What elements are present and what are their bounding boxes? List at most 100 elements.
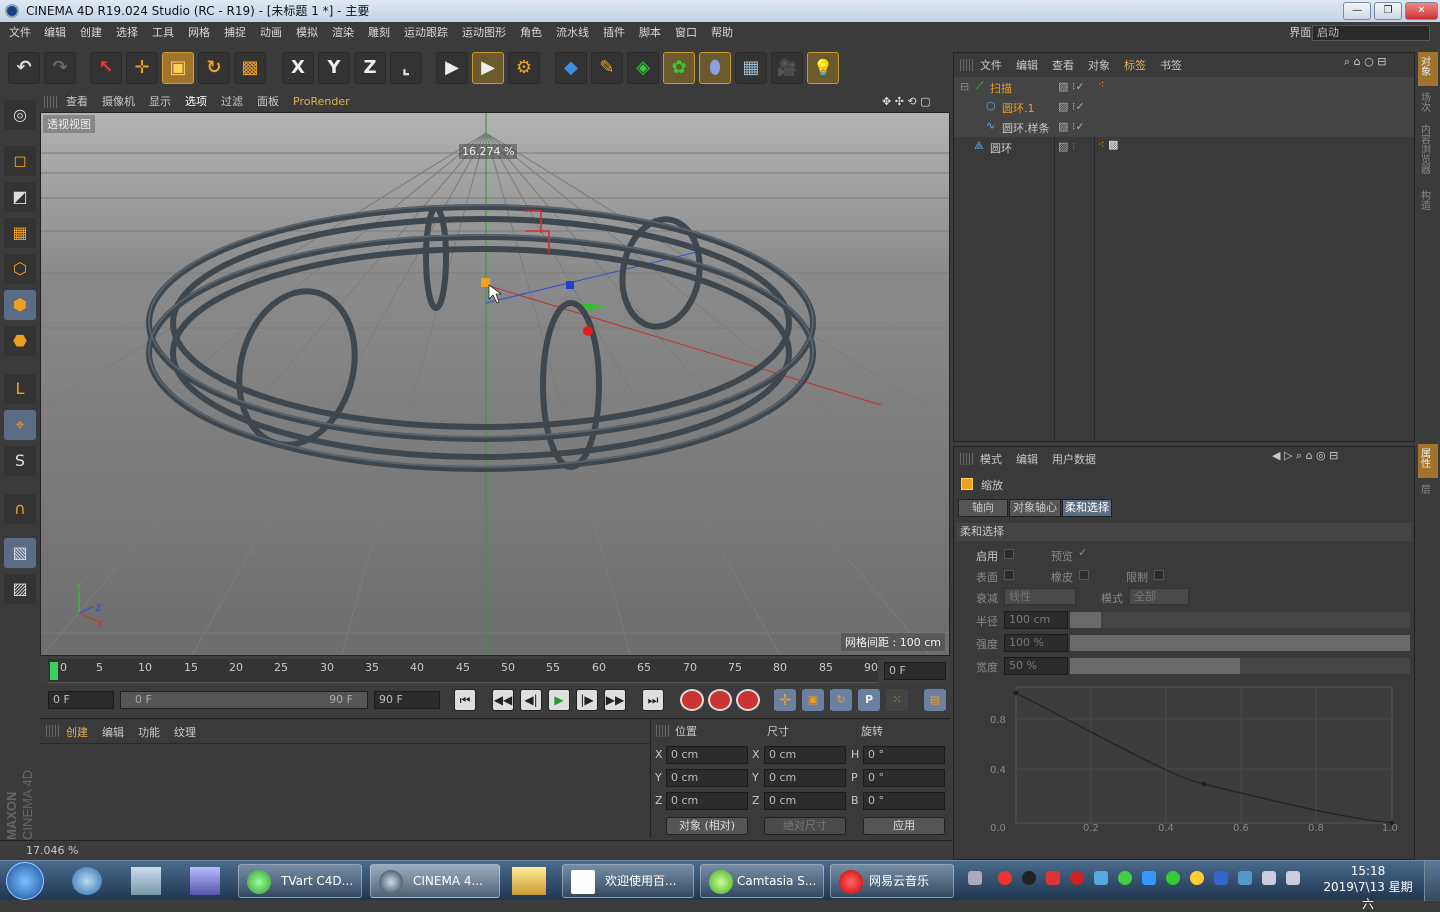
side-tab-content-browser[interactable]: 内容浏览器 — [1419, 123, 1431, 175]
attr-menu-mode[interactable]: 模式 — [980, 451, 1002, 467]
cloner-icon[interactable]: ✿ — [663, 52, 695, 84]
vp-navigate-icons[interactable]: ✥ ✣ ⟲ ▢ — [882, 92, 931, 112]
rubber-checkbox[interactable] — [1079, 570, 1089, 580]
prev-frame-button[interactable]: ◀| — [520, 689, 542, 711]
notepad-icon[interactable] — [131, 867, 161, 895]
menu-render[interactable]: 渲染 — [332, 22, 354, 44]
y-axis-lock-icon[interactable]: Y — [318, 52, 350, 84]
falloff-dropdown[interactable]: 线性 — [1004, 588, 1076, 605]
subdivision-surface-icon[interactable]: ◈ — [627, 52, 659, 84]
vp-menu-view[interactable]: 查看 — [66, 92, 88, 112]
rotation-h-field[interactable]: 0 ° — [863, 746, 945, 764]
radius-field[interactable]: 100 cm — [1004, 611, 1068, 629]
feishu-icon[interactable] — [190, 867, 220, 895]
tree-row-circle-1[interactable]: ○ 圆环.1 ▨ ⁝✓ — [954, 97, 1414, 117]
width-field[interactable]: 50 % — [1004, 657, 1068, 675]
perspective-viewport[interactable]: Y X Z 透视视图 16.274 % 网格间距 : 100 cm — [40, 112, 950, 656]
width-slider[interactable] — [1070, 658, 1410, 674]
maximize-button[interactable]: ❐ — [1374, 2, 1402, 20]
tray-app-icon[interactable] — [1238, 871, 1252, 885]
obj-menu-bookmarks[interactable]: 书签 — [1160, 57, 1182, 73]
tag-icon[interactable]: ⁖ ▩ — [1098, 138, 1118, 151]
menu-tools[interactable]: 工具 — [152, 22, 174, 44]
position-x-field[interactable]: 0 cm — [666, 746, 748, 764]
tray-app-icon[interactable] — [1142, 871, 1156, 885]
next-key-button[interactable]: ▶▶ — [604, 689, 626, 711]
menu-mesh[interactable]: 网格 — [188, 22, 210, 44]
key-rotation-icon[interactable]: ↻ — [830, 689, 852, 711]
falloff-graph[interactable]: 0.8 0.4 0.0 0.2 0.4 0.6 0.8 1.0 — [986, 679, 1412, 839]
points-mode-icon[interactable]: ⬡ — [4, 254, 36, 284]
visibility-icon[interactable]: ▨ ⁝ — [1058, 140, 1075, 153]
menu-snap[interactable]: 捕捉 — [224, 22, 246, 44]
tray-app-icon[interactable] — [1118, 871, 1132, 885]
visibility-icon[interactable]: ▨ ⁝✓ — [1058, 100, 1085, 113]
attr-nav-icons[interactable]: ◀ ▷ ⌕ ⌂ ◎ ⊟ — [1272, 449, 1338, 463]
recent-tool-icon[interactable]: ▩ — [234, 52, 266, 84]
explorer-icon[interactable] — [512, 867, 546, 895]
obj-menu-view[interactable]: 查看 — [1052, 57, 1074, 73]
rotation-b-field[interactable]: 0 ° — [863, 792, 945, 810]
obj-menu-file[interactable]: 文件 — [980, 57, 1002, 73]
tab-soft-selection[interactable]: 柔和选择 — [1062, 499, 1112, 517]
rotation-p-field[interactable]: 0 ° — [863, 769, 945, 787]
show-desktop-button[interactable] — [1424, 861, 1440, 901]
layout-select[interactable]: 启动 — [1312, 25, 1430, 41]
prev-key-button[interactable]: ◀◀ — [492, 689, 514, 711]
scale-icon[interactable]: ▣ — [162, 52, 194, 84]
qq-icon[interactable] — [1022, 871, 1036, 885]
tag-icon[interactable]: ⁖ — [1098, 78, 1104, 91]
enable-checkbox[interactable] — [1004, 549, 1014, 559]
key-pla-icon[interactable]: ⁙ — [886, 689, 908, 711]
menu-simulate[interactable]: 模拟 — [296, 22, 318, 44]
coord-mode-dropdown[interactable]: 对象 (相对) — [666, 817, 748, 835]
autokey-icon[interactable] — [708, 689, 732, 711]
deformer-icon[interactable]: ⬮ — [699, 52, 731, 84]
task-cinema4d[interactable]: CINEMA 4... — [370, 864, 500, 898]
obj-menu-objects[interactable]: 对象 — [1088, 57, 1110, 73]
render-to-picture-viewer-icon[interactable]: ▶ — [472, 52, 504, 84]
mode-dropdown[interactable]: 全部 — [1129, 588, 1189, 605]
z-handle[interactable] — [566, 281, 574, 289]
next-frame-button[interactable]: |▶ — [576, 689, 598, 711]
tweak-mode-icon[interactable]: ⌖ — [4, 410, 36, 440]
menu-mograph[interactable]: 运动图形 — [462, 22, 506, 44]
scene-canvas[interactable]: Y X Z — [41, 113, 950, 656]
tray-app-icon[interactable] — [1190, 871, 1204, 885]
floor-icon[interactable]: ▦ — [735, 52, 767, 84]
side-tab-objects[interactable]: 对象 — [1419, 55, 1431, 76]
texture-mode-icon[interactable]: ◩ — [4, 182, 36, 212]
menu-help[interactable]: 帮助 — [711, 22, 733, 44]
side-tab-takes[interactable]: 场次 — [1419, 91, 1431, 113]
menu-motion-tracking[interactable]: 运动跟踪 — [404, 22, 448, 44]
end-frame-field[interactable]: 90 F — [374, 691, 440, 709]
axis-mode-icon[interactable]: L — [4, 374, 36, 404]
expand-icon[interactable]: ⊟ — [960, 80, 969, 93]
tree-row-torus[interactable]: ⟁ 圆环 ▨ ⁝ ⁖ ▩ — [954, 137, 1414, 157]
start-button[interactable] — [6, 862, 44, 900]
mat-menu-create[interactable]: 创建 — [66, 724, 88, 740]
vp-menu-filter[interactable]: 过滤 — [221, 92, 243, 112]
snap-icon[interactable]: ∩ — [4, 494, 36, 524]
apply-button[interactable]: 应用 — [863, 817, 945, 835]
ie-icon[interactable] — [72, 867, 102, 895]
undo-icon[interactable]: ↶ — [8, 52, 40, 84]
timeline[interactable]: 0 5 10 15 20 25 30 35 40 45 50 55 60 65 … — [40, 656, 950, 686]
vp-menu-options[interactable]: 选项 — [185, 92, 207, 112]
keyframe-selection-icon[interactable] — [736, 689, 760, 711]
vp-menu-prorender[interactable]: ProRender — [293, 92, 350, 112]
minimize-button[interactable]: — — [1343, 2, 1371, 20]
position-y-field[interactable]: 0 cm — [666, 769, 748, 787]
size-mode-dropdown[interactable]: 绝对尺寸 — [764, 817, 846, 835]
key-parameter-icon[interactable]: P — [858, 689, 880, 711]
close-button[interactable]: ✕ — [1405, 2, 1438, 20]
preview-range-slider[interactable]: 0 F 90 F — [120, 691, 368, 709]
size-z-field[interactable]: 0 cm — [764, 792, 846, 810]
obj-menu-tags[interactable]: 标签 — [1124, 57, 1146, 73]
mat-menu-edit[interactable]: 编辑 — [102, 724, 124, 740]
redo-icon[interactable]: ↷ — [44, 52, 76, 84]
weibo-icon[interactable] — [998, 871, 1012, 885]
visibility-icon[interactable]: ▨ ⁝✓ — [1058, 80, 1085, 93]
menu-create[interactable]: 创建 — [80, 22, 102, 44]
tab-object-axis[interactable]: 对象轴心 — [1009, 499, 1061, 517]
